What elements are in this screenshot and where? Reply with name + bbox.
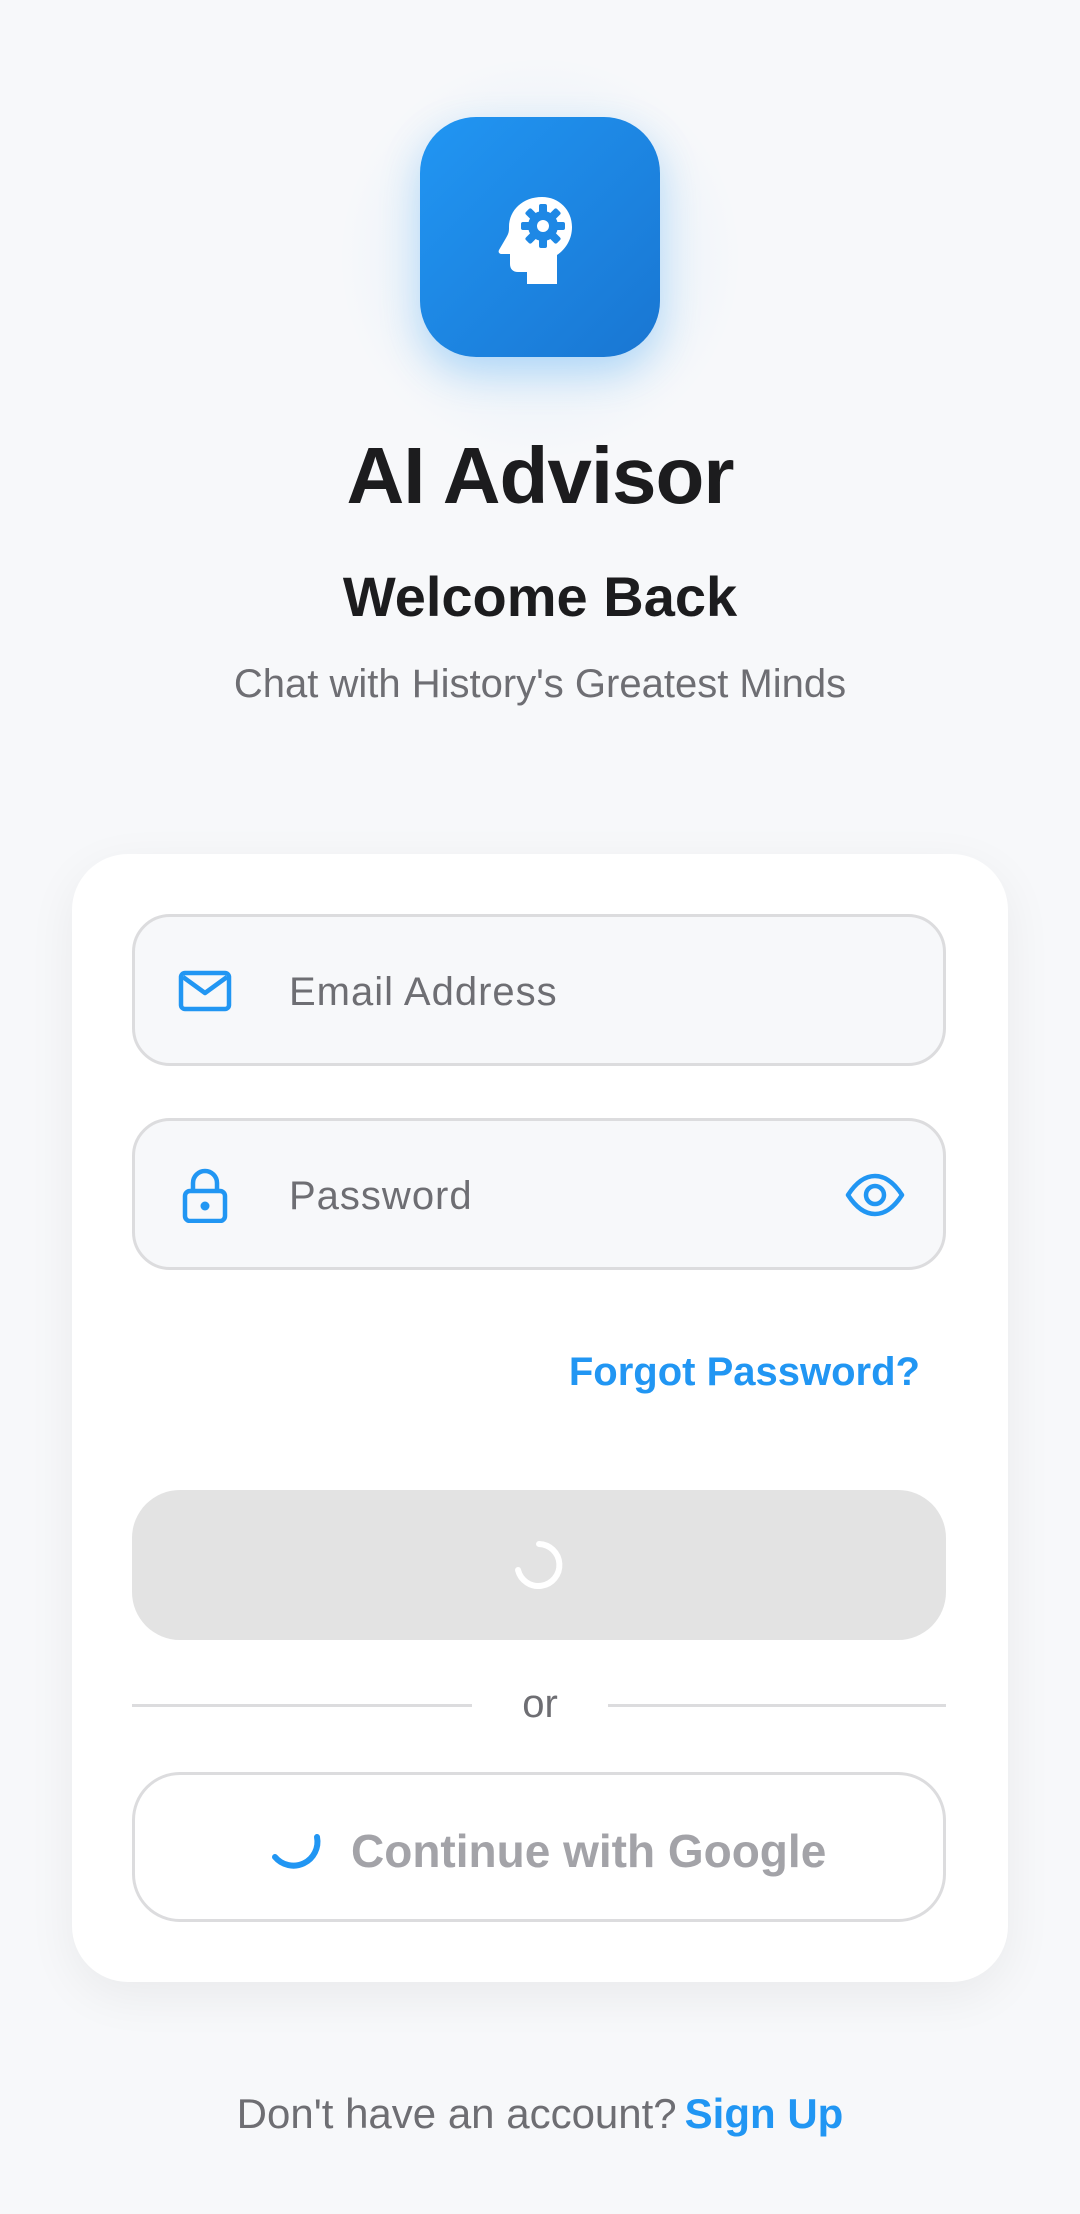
sign-up-link[interactable]: Sign Up [685, 2090, 844, 2137]
signup-prompt: Don't have an account? Sign Up [0, 2086, 1080, 2142]
login-card: Forgot Password? or Continue with Google [72, 854, 1008, 1982]
signup-prompt-text: Don't have an account? [236, 2090, 677, 2137]
app-logo [420, 117, 660, 357]
show-password-toggle[interactable] [841, 1161, 909, 1229]
google-button-label: Continue with Google [351, 1825, 827, 1877]
password-input[interactable] [287, 1155, 851, 1237]
forgot-password-link[interactable]: Forgot Password? [569, 1346, 920, 1398]
app-title: AI Advisor [346, 431, 734, 520]
mail-icon [177, 963, 233, 1019]
google-signin-button[interactable]: Continue with Google [132, 1772, 946, 1922]
google-loading-spinner [263, 1815, 329, 1881]
sign-in-button[interactable] [132, 1490, 946, 1640]
tagline: Chat with History's Greatest Minds [233, 662, 847, 706]
welcome-heading: Welcome Back [342, 565, 738, 628]
loading-spinner-icon [515, 1541, 563, 1589]
eye-icon [845, 1173, 905, 1217]
divider-or: or [522, 1682, 558, 1726]
divider-line-right [608, 1704, 946, 1707]
email-input[interactable] [287, 951, 851, 1033]
lock-icon [177, 1167, 233, 1224]
loading-spinner-icon [272, 1834, 321, 1869]
head-gear-icon [498, 197, 572, 284]
email-field[interactable] [132, 914, 946, 1066]
divider-line-left [132, 1704, 472, 1707]
password-field[interactable] [132, 1118, 946, 1270]
